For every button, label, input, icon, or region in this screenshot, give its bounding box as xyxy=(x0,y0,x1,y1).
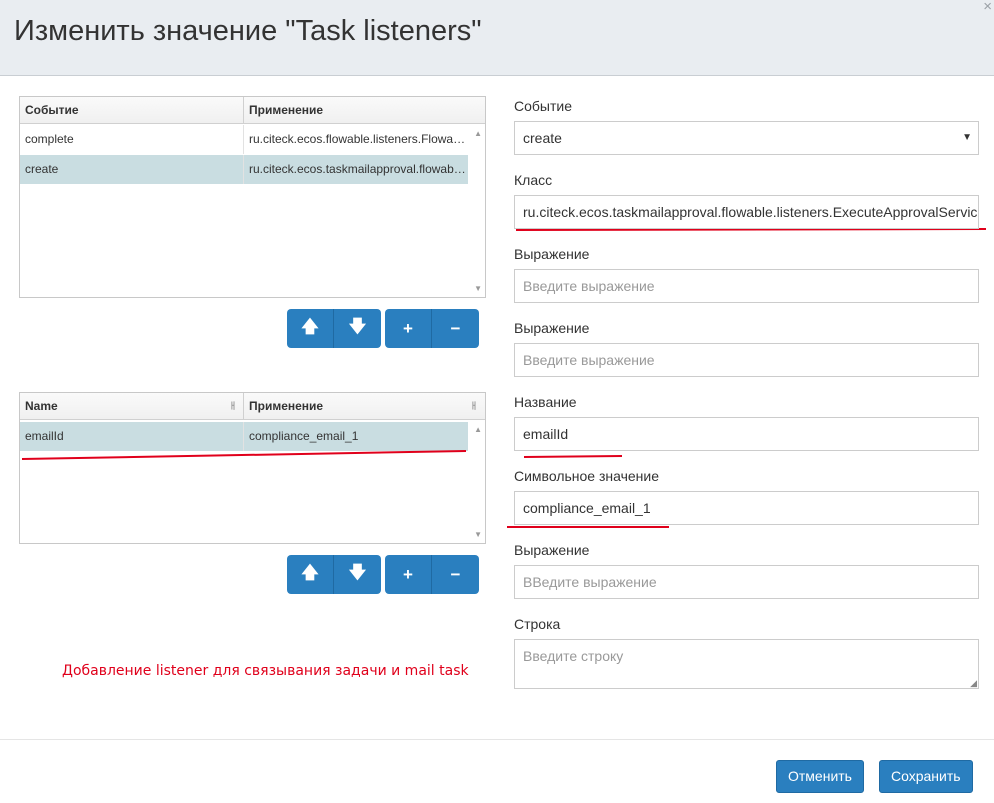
table-cell: ru.citeck.ecos.taskmailapproval.flowable… xyxy=(249,162,468,176)
column-header-application-label: Применение xyxy=(249,399,324,413)
annotation-note: Добавление listener для связывания задач… xyxy=(62,663,469,679)
table-cell: create xyxy=(20,155,244,184)
table-cell: complete xyxy=(20,125,244,154)
expression-input[interactable]: Введите выражение xyxy=(514,343,979,377)
arrow-up-icon: 🡅 xyxy=(301,563,319,582)
event-label: Событие xyxy=(514,98,572,114)
column-header-name-label: Name xyxy=(25,399,58,413)
save-button[interactable]: Сохранить xyxy=(879,760,973,793)
minus-icon: − xyxy=(450,564,461,584)
move-up-button[interactable]: 🡅 xyxy=(287,309,334,348)
string-label: Строка xyxy=(514,616,561,632)
listeners-table: Событие Применение complete ru.citeck.ec… xyxy=(19,96,486,298)
event-select[interactable]: create ▼ xyxy=(514,121,979,155)
class-label: Класс xyxy=(514,172,553,188)
expression-label: Выражение xyxy=(514,320,590,336)
arrow-up-icon: 🡅 xyxy=(301,317,319,336)
scroll-down-icon[interactable]: ▼ xyxy=(474,530,482,539)
class-input[interactable]: ru.citeck.ecos.taskmailapproval.flowable… xyxy=(514,195,979,229)
add-button[interactable]: + xyxy=(385,555,432,594)
table-row[interactable]: complete ru.citeck.ecos.flowable.listene… xyxy=(20,125,468,154)
column-header-application[interactable]: Применение ㅐ xyxy=(244,393,484,420)
scroll-up-icon[interactable]: ▲ xyxy=(474,129,482,138)
table-cell: compliance_email_1 xyxy=(249,429,359,443)
name-label: Название xyxy=(514,394,577,410)
plus-icon: + xyxy=(403,318,413,338)
plus-icon: + xyxy=(403,564,413,584)
column-header-name[interactable]: Name ㅐ xyxy=(20,393,244,420)
name-input[interactable]: emailId xyxy=(514,417,979,451)
sort-icon[interactable]: ㅐ xyxy=(470,393,478,420)
event-select-value: create xyxy=(523,130,562,146)
expression-input[interactable]: ВВедите выражение xyxy=(514,565,979,599)
remove-button[interactable]: − xyxy=(432,555,479,594)
table-cell: emailId xyxy=(20,422,244,451)
fields-toolbar: 🡅 🡇 + − xyxy=(287,555,479,594)
resize-handle-icon[interactable]: ◢ xyxy=(970,678,977,688)
expression-input[interactable]: Введите выражение xyxy=(514,269,979,303)
expression-label: Выражение xyxy=(514,542,590,558)
fields-table-header: Name ㅐ Применение ㅐ xyxy=(20,393,485,420)
dialog-header: Изменить значение "Task listeners" × xyxy=(0,0,994,76)
listeners-table-header: Событие Применение xyxy=(20,97,485,124)
expression-label: Выражение xyxy=(514,246,590,262)
column-header-event[interactable]: Событие xyxy=(20,97,244,124)
string-textarea[interactable]: Введите строку ◢ xyxy=(514,639,979,689)
table-row[interactable]: emailId compliance_email_1 xyxy=(20,422,468,451)
scroll-down-icon[interactable]: ▼ xyxy=(474,284,482,293)
dialog-title: Изменить значение "Task listeners" xyxy=(14,15,482,47)
remove-button[interactable]: − xyxy=(432,309,479,348)
cancel-button[interactable]: Отменить xyxy=(776,760,864,793)
minus-icon: − xyxy=(450,318,461,338)
table-row[interactable]: create ru.citeck.ecos.taskmailapproval.f… xyxy=(20,155,468,184)
close-icon[interactable]: × xyxy=(983,0,992,15)
sort-icon[interactable]: ㅐ xyxy=(229,393,237,420)
move-down-button[interactable]: 🡇 xyxy=(334,309,381,348)
string-textarea-placeholder: Введите строку xyxy=(523,648,624,664)
caret-down-icon: ▼ xyxy=(962,132,972,143)
move-up-button[interactable]: 🡅 xyxy=(287,555,334,594)
move-down-button[interactable]: 🡇 xyxy=(334,555,381,594)
string-value-label: Символьное значение xyxy=(514,468,660,484)
fields-table: Name ㅐ Применение ㅐ emailId compliance_e… xyxy=(19,392,486,544)
arrow-down-icon: 🡇 xyxy=(348,563,367,582)
column-header-application[interactable]: Применение xyxy=(244,97,484,124)
footer-divider xyxy=(0,739,994,740)
add-button[interactable]: + xyxy=(385,309,432,348)
listeners-toolbar: 🡅 🡇 + − xyxy=(287,309,479,348)
string-value-input[interactable]: compliance_email_1 xyxy=(514,491,979,525)
table-cell: ru.citeck.ecos.flowable.listeners.Flowab… xyxy=(249,132,468,146)
scroll-up-icon[interactable]: ▲ xyxy=(474,425,482,434)
arrow-down-icon: 🡇 xyxy=(348,317,367,336)
